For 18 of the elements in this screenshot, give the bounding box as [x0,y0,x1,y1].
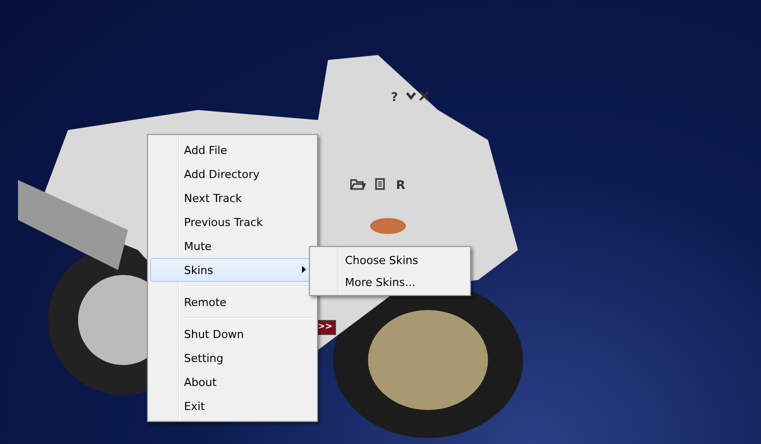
menu-item[interactable]: About [150,370,315,394]
remote-button[interactable]: R [396,179,406,191]
menu-item[interactable]: Choose Skins [312,249,468,271]
menu-item[interactable]: Add Directory [150,162,315,186]
menu-item[interactable]: Exit [150,394,315,418]
help-button[interactable]: ? [391,91,398,103]
menu-item[interactable]: Shut Down [150,322,315,346]
menu-item[interactable]: Setting [150,346,315,370]
document-icon[interactable] [375,178,385,190]
menu-item[interactable]: More Skins... [312,271,468,293]
minimize-chevron-icon[interactable] [406,92,416,101]
folder-icon[interactable] [350,179,366,190]
menu-item[interactable]: Next Track [150,186,315,210]
close-icon[interactable] [419,91,429,101]
submenu-arrow-icon [302,266,306,273]
menu-item[interactable]: Add File [150,138,315,162]
menu-item[interactable]: Previous Track [150,210,315,234]
menu-item[interactable]: Remote [150,290,315,314]
